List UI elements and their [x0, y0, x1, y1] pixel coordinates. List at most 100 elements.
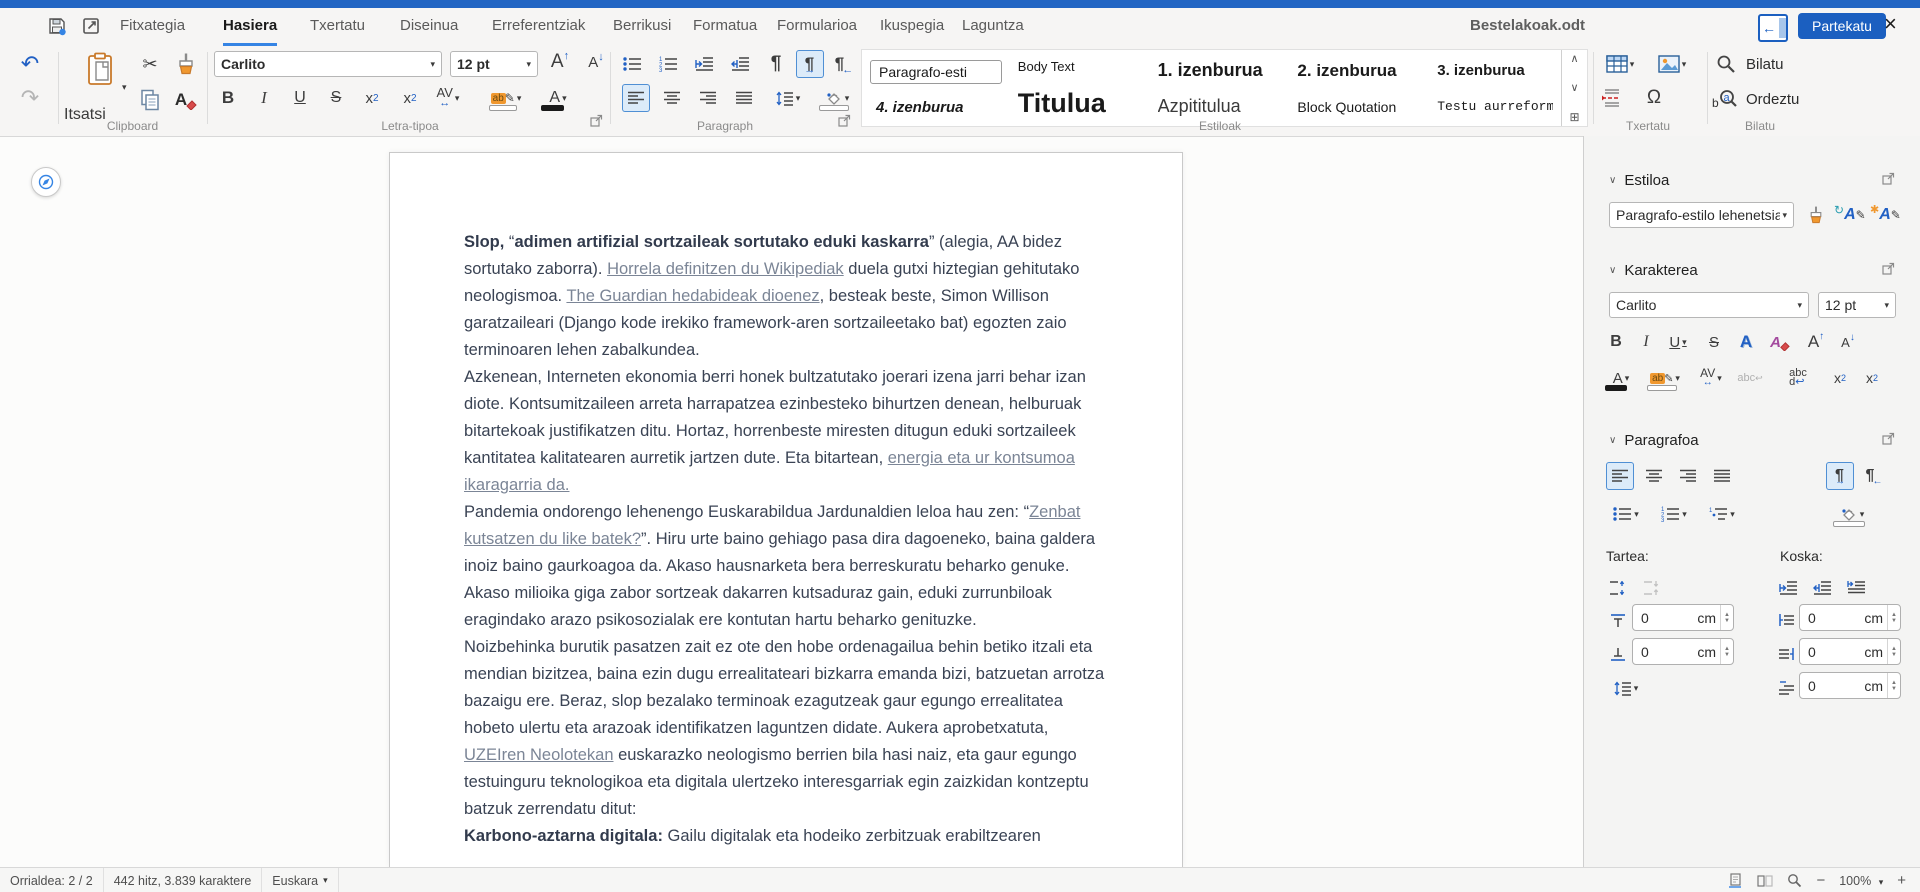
hyperlink[interactable]: UZEIren Neolotekan — [464, 746, 614, 764]
subscript-button[interactable]: x2 — [358, 84, 386, 112]
sidebar-character-spacing-button[interactable]: AV↔ ▾ — [1690, 364, 1732, 392]
spacing-below-field[interactable]: 0 cm ▲▼ — [1632, 638, 1734, 665]
new-style-button[interactable]: ✱ A✎ — [1870, 201, 1901, 229]
sidebar-font-color-button[interactable]: A▾ — [1602, 364, 1640, 392]
increase-spacing-button[interactable] — [1604, 574, 1632, 602]
font-dialog-launcher-icon[interactable] — [590, 114, 603, 127]
menu-berrikusi[interactable]: Berrikusi — [613, 8, 671, 43]
indent-before-field[interactable]: 0 cm ▲▼ — [1799, 604, 1901, 631]
save-icon[interactable] — [47, 16, 67, 36]
indent-after-field[interactable]: 0 cm ▲▼ — [1799, 638, 1901, 665]
sidebar-lowercase-button[interactable]: abc↩ — [1736, 364, 1764, 392]
sidebar-paragraph-background-button[interactable]: ▾ — [1830, 500, 1874, 528]
menu-formularioa[interactable]: Formularioa — [777, 8, 857, 43]
sidebar-superscript-button[interactable]: x2 — [1826, 364, 1854, 392]
indent-first-line-spinner[interactable]: ▲▼ — [1887, 673, 1900, 698]
menu-formatua[interactable]: Formatua — [693, 8, 757, 43]
align-right-button[interactable] — [694, 84, 722, 112]
selection-mode-icon[interactable] — [1728, 873, 1743, 888]
sidebar-strikethrough-button[interactable]: S — [1700, 328, 1728, 356]
numbered-list-button[interactable]: 123 — [654, 50, 682, 78]
navigate-by-button[interactable] — [31, 167, 61, 197]
sidebar-toggle-icon[interactable]: ← — [1758, 14, 1788, 42]
sidebar-clone-formatting-button[interactable] — [1802, 201, 1830, 229]
style-blockquote-label[interactable]: Block Quotation — [1297, 99, 1421, 115]
insert-image-button[interactable]: ▾ — [1650, 50, 1694, 78]
sidebar-font-size-combo[interactable]: 12 pt ▾ — [1818, 292, 1896, 318]
sidebar-numbered-list-button[interactable]: 123 ▾ — [1654, 500, 1694, 528]
copy-button[interactable] — [136, 86, 164, 114]
bold-button[interactable]: B — [214, 84, 242, 112]
style-preformatted-label[interactable]: Testu aurreform — [1437, 99, 1553, 114]
redo-button[interactable]: ↷ — [16, 84, 44, 112]
style-heading2[interactable]: 2. izenburua Block Quotation — [1289, 50, 1429, 126]
sidebar-bold-button[interactable]: B — [1602, 328, 1630, 356]
zoom-out-button[interactable]: − — [1816, 872, 1825, 889]
style-bodytext[interactable]: Body Text Titulua — [1010, 50, 1150, 126]
sidebar-subscript-button[interactable]: x2 — [1858, 364, 1886, 392]
align-justify-button[interactable] — [730, 84, 758, 112]
document-text[interactable]: Slop, “adimen artifizial sortzaileak sor… — [390, 153, 1182, 850]
sidebar-outline-list-button[interactable]: 1 ▾ — [1702, 500, 1742, 528]
hyperlink[interactable]: The Guardian hedabideak dioenez — [566, 287, 819, 305]
sidebar-increase-font-button[interactable]: A↑ — [1802, 328, 1830, 356]
sidebar-section-style[interactable]: ∨ Estiloa — [1609, 172, 1669, 189]
sidebar-align-left-button[interactable] — [1606, 462, 1634, 490]
update-style-button[interactable]: ↻ A✎ — [1834, 201, 1866, 229]
word-count[interactable]: 442 hitz, 3.839 karaktere — [104, 868, 263, 892]
increase-indent-button[interactable] — [690, 50, 718, 78]
sidebar-align-justify-button[interactable] — [1708, 462, 1736, 490]
page-layout-icon[interactable] — [1757, 874, 1773, 888]
line-spacing-button[interactable]: ▾ — [768, 84, 808, 112]
character-spacing-button[interactable]: AV↔ ▾ — [434, 84, 462, 112]
decrease-font-button[interactable]: A↓ — [582, 48, 610, 76]
zoom-in-button[interactable]: + — [1897, 872, 1906, 889]
ltr-direction-button[interactable]: ¶ → — [796, 50, 824, 78]
menu-hasiera[interactable]: Hasiera — [223, 8, 277, 46]
rtl-direction-button[interactable]: ¶ ← — [830, 50, 858, 78]
paragraph-dialog-launcher-icon[interactable] — [838, 114, 851, 127]
formatting-marks-button[interactable]: ¶ — [762, 50, 790, 78]
styles-scroll-up-icon[interactable]: ∧ — [1571, 52, 1579, 65]
menu-diseinua[interactable]: Diseinua — [400, 8, 458, 43]
menu-ikuspegia[interactable]: Ikuspegia — [880, 8, 944, 43]
menu-erreferentziak[interactable]: Erreferentziak — [492, 8, 585, 43]
switch-indent-button[interactable] — [1842, 574, 1870, 602]
document-page[interactable]: Slop, “adimen artifizial sortzaileak sor… — [389, 152, 1183, 867]
character-section-launcher-icon[interactable] — [1882, 262, 1895, 275]
page-indicator[interactable]: Orrialdea: 2 / 2 — [0, 868, 104, 892]
paste-dropdown[interactable]: ▾ — [122, 82, 127, 93]
font-name-combo[interactable]: Carlito ▾ — [214, 51, 442, 77]
paragraph-section-launcher-icon[interactable] — [1882, 432, 1895, 445]
hyperlink[interactable]: Horrela definitzen du Wikipediak — [607, 260, 844, 278]
bullet-list-button[interactable] — [618, 50, 646, 78]
sidebar-italic-button[interactable]: I — [1632, 328, 1660, 356]
sidebar-font-name-combo[interactable]: Carlito ▾ — [1609, 292, 1809, 318]
close-icon[interactable]: × — [1884, 11, 1897, 37]
sidebar-line-spacing-button[interactable]: ▾ — [1604, 674, 1648, 702]
sidebar-section-character[interactable]: ∨ Karakterea — [1609, 262, 1698, 279]
indent-first-line-field[interactable]: 0 cm ▲▼ — [1799, 672, 1901, 699]
menu-txertatu[interactable]: Txertatu — [310, 8, 365, 43]
menu-laguntza[interactable]: Laguntza — [962, 8, 1024, 43]
sidebar-rotate-text-button[interactable]: abcd↩ — [1784, 364, 1812, 392]
undo-button[interactable]: ↶ — [16, 50, 44, 78]
align-left-button[interactable] — [622, 84, 650, 112]
style-default[interactable]: Paragrafo-esti 4. izenburua — [862, 50, 1010, 126]
highlight-color-button[interactable]: ab ✎ ▾ — [486, 84, 526, 112]
font-color-button[interactable]: A ▾ — [538, 84, 578, 112]
find-button[interactable]: Bilatu — [1716, 54, 1784, 74]
sidebar-clear-formatting-button[interactable]: A — [1766, 328, 1794, 356]
sidebar-align-center-button[interactable] — [1640, 462, 1668, 490]
zoom-level[interactable]: 100% ▾ — [1839, 874, 1883, 888]
decrease-indent-button[interactable] — [726, 50, 754, 78]
style-heading3[interactable]: 3. izenburua Testu aurreform — [1429, 50, 1561, 126]
clear-formatting-button[interactable]: A — [172, 86, 200, 114]
font-size-combo[interactable]: 12 pt ▾ — [450, 51, 538, 77]
sidebar-increase-indent-button[interactable] — [1774, 574, 1802, 602]
special-character-button[interactable]: Ω — [1640, 84, 1668, 112]
spacing-above-spinner[interactable]: ▲▼ — [1720, 605, 1733, 630]
edit-mode-icon[interactable] — [82, 17, 100, 35]
sidebar-decrease-indent-button[interactable] — [1808, 574, 1836, 602]
sidebar-shadow-button[interactable]: A — [1732, 328, 1760, 356]
